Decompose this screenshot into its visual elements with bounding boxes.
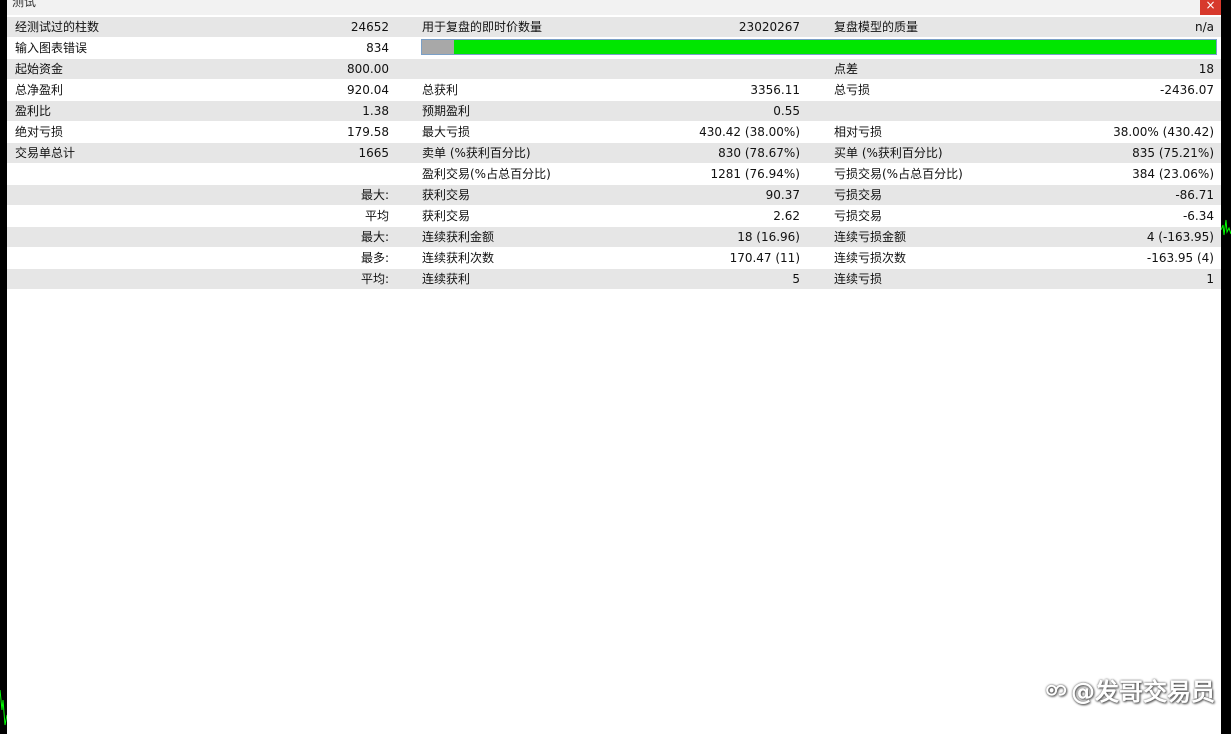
average-label: 平均 bbox=[364, 209, 389, 223]
background-chart-line bbox=[0, 689, 7, 726]
toutiao-logo-icon: ꩦ bbox=[1045, 676, 1067, 701]
loss-trades-value: 384 (23.06%) bbox=[1132, 167, 1214, 181]
report-table: 经测试过的柱数 24652 用于复盘的即时价数量 23020267 复盘模型的质… bbox=[7, 17, 1221, 290]
consecutive-loss-count-value: -163.95 (4) bbox=[1146, 251, 1214, 265]
long-positions-label: 买单 (%获利百分比) bbox=[834, 146, 943, 160]
expected-payoff-label: 预期盈利 bbox=[422, 104, 471, 118]
total-trades-label: 交易单总计 bbox=[15, 146, 76, 160]
maximum-label: 最大: bbox=[360, 230, 389, 244]
table-row: 输入图表错误 834 bbox=[7, 38, 1221, 59]
initial-deposit-label: 起始资金 bbox=[15, 62, 64, 76]
maximal-drawdown-label: 最大亏损 bbox=[422, 125, 471, 139]
expected-payoff-value: 0.55 bbox=[773, 104, 800, 118]
average-profit-trade-label: 获利交易 bbox=[422, 209, 471, 223]
mismatched-chart-errors-label: 输入图表错误 bbox=[15, 41, 88, 55]
table-row: 盈利比 1.38 预期盈利 0.55 bbox=[7, 101, 1221, 122]
absolute-drawdown-value: 179.58 bbox=[347, 125, 389, 139]
background-chart-line bbox=[1221, 219, 1231, 236]
table-row: 平均 获利交易 2.62 亏损交易 -6.34 bbox=[7, 206, 1221, 227]
average-loss-trade-label: 亏损交易 bbox=[834, 209, 883, 223]
consecutive-profit-count-label: 连续获利次数 bbox=[422, 251, 495, 265]
consecutive-wins-amount-value: 18 (16.96) bbox=[737, 230, 800, 244]
consecutive-loss-count-label: 连续亏损次数 bbox=[834, 251, 907, 265]
table-row: 最多: 连续获利次数 170.47 (11) 连续亏损次数 -163.95 (4… bbox=[7, 248, 1221, 269]
table-row: 总净盈利 920.04 总获利 3356.11 总亏损 -2436.07 bbox=[7, 80, 1221, 101]
maximal-label: 最多: bbox=[360, 251, 389, 265]
ticks-modelled-value: 23020267 bbox=[738, 20, 800, 34]
consecutive-wins-amount-label: 连续获利金额 bbox=[422, 230, 495, 244]
absolute-drawdown-label: 绝对亏损 bbox=[15, 125, 64, 139]
modelling-quality-label: 复盘模型的质量 bbox=[834, 20, 919, 34]
spread-label: 点差 bbox=[834, 62, 859, 76]
table-row: 交易单总计 1665 卖单 (%获利百分比) 830 (78.67%) 买单 (… bbox=[7, 143, 1221, 164]
modelling-quality-bar bbox=[421, 39, 1217, 55]
bars-tested-value: 24652 bbox=[350, 20, 389, 34]
total-net-profit-value: 920.04 bbox=[347, 83, 389, 97]
largest-label: 最大: bbox=[360, 188, 389, 202]
consecutive-profit-count-value: 170.47 (11) bbox=[729, 251, 800, 265]
total-trades-value: 1665 bbox=[358, 146, 389, 160]
table-row: 起始资金 800.00 点差 18 bbox=[7, 59, 1221, 80]
gross-profit-value: 3356.11 bbox=[750, 83, 800, 97]
title-bar[interactable]: 测试 × bbox=[7, 0, 1221, 15]
ticks-modelled-label: 用于复盘的即时价数量 bbox=[422, 20, 543, 34]
maximal-drawdown-value: 430.42 (38.00%) bbox=[699, 125, 800, 139]
close-icon: × bbox=[1205, 0, 1216, 12]
modelling-quality-value: n/a bbox=[1194, 20, 1214, 34]
bars-tested-label: 经测试过的柱数 bbox=[15, 20, 100, 34]
table-row: 平均: 连续获利 5 连续亏损 1 bbox=[7, 269, 1221, 290]
mismatched-chart-errors-value: 834 bbox=[366, 41, 389, 55]
loss-trades-label: 亏损交易(%占总百分比) bbox=[834, 167, 963, 181]
table-row: 绝对亏损 179.58 最大亏损 430.42 (38.00%) 相对亏损 38… bbox=[7, 122, 1221, 143]
profit-factor-label: 盈利比 bbox=[15, 104, 52, 118]
consecutive-losses-amount-value: 4 (-163.95) bbox=[1146, 230, 1214, 244]
spread-value: 18 bbox=[1198, 62, 1214, 76]
total-net-profit-label: 总净盈利 bbox=[15, 83, 64, 97]
short-positions-label: 卖单 (%获利百分比) bbox=[422, 146, 531, 160]
largest-loss-trade-value: -86.71 bbox=[1175, 188, 1214, 202]
report-window: 测试 × 经测试过的柱数 24652 用于复盘的即时价数量 23020267 复… bbox=[7, 0, 1221, 734]
close-button[interactable]: × bbox=[1200, 0, 1221, 15]
long-positions-value: 835 (75.21%) bbox=[1132, 146, 1214, 160]
table-row: 经测试过的柱数 24652 用于复盘的即时价数量 23020267 复盘模型的质… bbox=[7, 17, 1221, 38]
table-row: 最大: 获利交易 90.37 亏损交易 -86.71 bbox=[7, 185, 1221, 206]
gross-loss-value: -2436.07 bbox=[1160, 83, 1214, 97]
relative-drawdown-label: 相对亏损 bbox=[834, 125, 883, 139]
average-consecutive-wins-label: 连续获利 bbox=[422, 272, 471, 286]
watermark-text: @发哥交易员 bbox=[1071, 678, 1215, 706]
largest-profit-trade-label: 获利交易 bbox=[422, 188, 471, 202]
consecutive-losses-amount-label: 连续亏损金额 bbox=[834, 230, 907, 244]
short-positions-value: 830 (78.67%) bbox=[718, 146, 800, 160]
average-consecutive-losses-label: 连续亏损 bbox=[834, 272, 883, 286]
table-row: 盈利交易(%占总百分比) 1281 (76.94%) 亏损交易(%占总百分比) … bbox=[7, 164, 1221, 185]
profit-trades-label: 盈利交易(%占总百分比) bbox=[422, 167, 551, 181]
relative-drawdown-value: 38.00% (430.42) bbox=[1113, 125, 1214, 139]
average-loss-trade-value: -6.34 bbox=[1182, 209, 1214, 223]
gross-loss-label: 总亏损 bbox=[834, 83, 871, 97]
window-title: 测试 bbox=[12, 0, 37, 9]
profit-factor-value: 1.38 bbox=[362, 104, 389, 118]
average-consecutive-wins-value: 5 bbox=[792, 272, 800, 286]
watermark: ꩦ @发哥交易员 bbox=[1046, 672, 1215, 707]
gross-profit-label: 总获利 bbox=[422, 83, 459, 97]
table-row: 最大: 连续获利金额 18 (16.96) 连续亏损金额 4 (-163.95) bbox=[7, 227, 1221, 248]
largest-profit-trade-value: 90.37 bbox=[765, 188, 800, 202]
average-consecutive-label: 平均: bbox=[360, 272, 389, 286]
profit-trades-value: 1281 (76.94%) bbox=[710, 167, 800, 181]
average-consecutive-losses-value: 1 bbox=[1206, 272, 1214, 286]
average-profit-trade-value: 2.62 bbox=[773, 209, 800, 223]
largest-loss-trade-label: 亏损交易 bbox=[834, 188, 883, 202]
modelling-quality-bar-gray bbox=[422, 40, 454, 54]
initial-deposit-value: 800.00 bbox=[347, 62, 389, 76]
